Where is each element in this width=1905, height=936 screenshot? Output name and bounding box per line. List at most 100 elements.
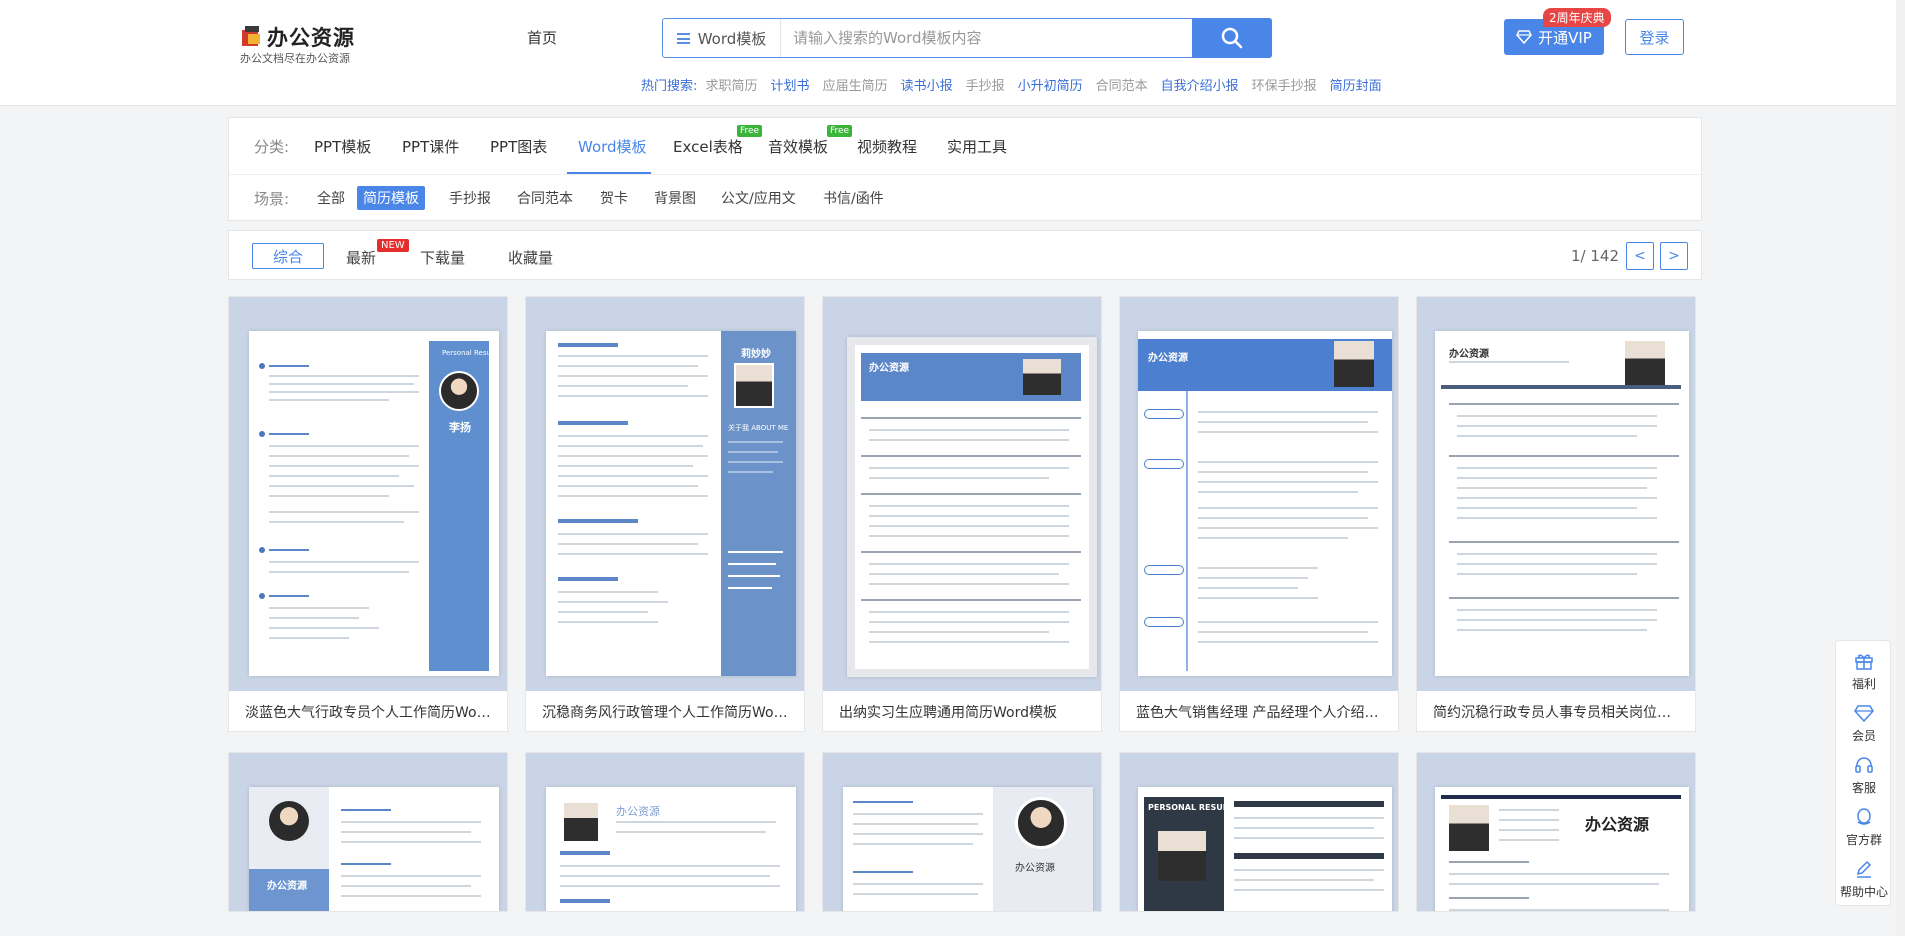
category-tools[interactable]: 实用工具 bbox=[947, 136, 1007, 157]
text-line bbox=[1198, 431, 1378, 433]
site-logo[interactable]: 办公资源 办公文档尽在办公资源 bbox=[240, 22, 360, 65]
float-item-support[interactable]: 客服 bbox=[1836, 749, 1892, 801]
template-card[interactable]: 办公资源 简约沉稳行政专员人事专员相关岗位个人简历Word模板 bbox=[1416, 296, 1696, 732]
section-heading bbox=[558, 343, 618, 347]
hot-search-item[interactable]: 求职简历 bbox=[706, 79, 758, 94]
search-button[interactable] bbox=[1192, 18, 1272, 58]
template-thumbnail[interactable]: 办公资源 bbox=[823, 753, 1101, 911]
sort-newest[interactable]: 最新 bbox=[346, 247, 376, 268]
template-thumbnail[interactable]: 莉妙妙 关于我 ABOUT ME bbox=[526, 297, 804, 691]
resume-side-title: Personal Resume bbox=[442, 349, 499, 357]
hot-search-item[interactable]: 自我介绍小报 bbox=[1161, 79, 1239, 94]
text-line bbox=[728, 441, 783, 443]
scene-official-document[interactable]: 公文/应用文 bbox=[715, 186, 802, 210]
template-thumbnail[interactable]: Personal Resume 李扬 bbox=[229, 297, 507, 691]
skill-bar bbox=[728, 575, 780, 577]
hot-search-item[interactable]: 读书小报 bbox=[901, 79, 953, 94]
template-thumbnail[interactable]: 办公资源 bbox=[823, 297, 1101, 691]
text-line bbox=[1198, 507, 1378, 509]
template-title[interactable]: 出纳实习生应聘通用简历Word模板 bbox=[839, 702, 1089, 722]
login-button[interactable]: 登录 bbox=[1625, 19, 1684, 55]
category-word-template[interactable]: Word模板 bbox=[578, 136, 647, 157]
next-page-button[interactable]: > bbox=[1660, 242, 1688, 270]
section-heading bbox=[269, 365, 309, 367]
scene-background[interactable]: 背景图 bbox=[648, 186, 702, 210]
template-thumbnail[interactable]: 办公资源 bbox=[1417, 753, 1695, 911]
template-card[interactable]: 办公资源 bbox=[525, 752, 805, 912]
search-input[interactable] bbox=[793, 19, 1133, 57]
template-thumbnail[interactable]: PERSONAL RESUME bbox=[1120, 753, 1398, 911]
text-line bbox=[560, 865, 780, 867]
hot-search-item[interactable]: 应届生简历 bbox=[823, 79, 888, 94]
text-line bbox=[869, 535, 1069, 537]
template-title[interactable]: 简约沉稳行政专员人事专员相关岗位个人简历Word模板 bbox=[1433, 702, 1683, 722]
hot-search-item[interactable]: 合同范本 bbox=[1096, 79, 1148, 94]
hot-search-item[interactable]: 计划书 bbox=[771, 79, 810, 94]
divider bbox=[229, 174, 1701, 175]
scene-handwritten-newspaper[interactable]: 手抄报 bbox=[443, 186, 497, 210]
template-thumbnail[interactable]: 办公资源 bbox=[229, 753, 507, 911]
section-heading bbox=[1449, 897, 1529, 899]
scene-contract[interactable]: 合同范本 bbox=[511, 186, 579, 210]
section-heading bbox=[853, 801, 913, 803]
category-audio-template[interactable]: 音效模板 bbox=[768, 136, 828, 157]
template-thumbnail[interactable]: 办公资源 bbox=[1120, 297, 1398, 691]
prev-page-button[interactable]: < bbox=[1626, 242, 1654, 270]
section-heading bbox=[269, 595, 309, 597]
template-card[interactable]: 办公资源 bbox=[1416, 752, 1696, 912]
sort-comprehensive[interactable]: 综合 bbox=[252, 243, 324, 269]
text-line bbox=[269, 391, 419, 393]
template-card[interactable]: 办公资源 bbox=[822, 752, 1102, 912]
scene-greeting-card[interactable]: 贺卡 bbox=[594, 186, 634, 210]
hot-search-item[interactable]: 环保手抄报 bbox=[1252, 79, 1317, 94]
hot-search-item[interactable]: 手抄报 bbox=[966, 79, 1005, 94]
scene-resume[interactable]: 简历模板 bbox=[357, 186, 425, 210]
template-card[interactable]: 办公资源 蓝色大气销售经理 产品经理个人介绍简 bbox=[1119, 296, 1399, 732]
text-line bbox=[269, 399, 389, 401]
hot-search-item[interactable]: 简历封面 bbox=[1330, 79, 1382, 94]
text-line bbox=[1457, 573, 1637, 575]
category-ppt-courseware[interactable]: PPT课件 bbox=[402, 136, 459, 157]
section-heading bbox=[1449, 861, 1529, 863]
float-item-member[interactable]: 会员 bbox=[1836, 697, 1892, 749]
category-excel[interactable]: Excel表格 bbox=[673, 136, 743, 157]
template-card[interactable]: 办公资源 bbox=[228, 752, 508, 912]
page-scrollbar[interactable] bbox=[1896, 0, 1905, 936]
float-item-benefits[interactable]: 福利 bbox=[1836, 645, 1892, 697]
template-thumbnail[interactable]: 办公资源 bbox=[1417, 297, 1695, 691]
search-category-select[interactable]: Word模板 bbox=[663, 19, 781, 57]
template-title[interactable]: 沉稳商务风行政管理个人工作简历Word模板 bbox=[542, 702, 792, 722]
text-line bbox=[1457, 553, 1657, 555]
section-heading bbox=[269, 549, 309, 551]
template-card[interactable]: Personal Resume 李扬 淡蓝色大气行政专员个人工作简历Word模板 bbox=[228, 296, 508, 732]
category-ppt-chart[interactable]: PPT图表 bbox=[490, 136, 547, 157]
section-dot bbox=[259, 547, 265, 553]
search-bar: Word模板 bbox=[662, 18, 1272, 58]
category-video-tutorial[interactable]: 视频教程 bbox=[857, 136, 917, 157]
text-line bbox=[558, 465, 693, 467]
scene-label: 场景: bbox=[254, 190, 290, 208]
section-heading bbox=[341, 809, 391, 811]
template-title[interactable]: 淡蓝色大气行政专员个人工作简历Word模板 bbox=[245, 702, 495, 722]
text-line bbox=[1457, 629, 1647, 631]
vip-button-label: 开通VIP bbox=[1538, 28, 1592, 47]
scene-letters[interactable]: 书信/函件 bbox=[817, 186, 890, 210]
text-line bbox=[853, 813, 983, 815]
template-title[interactable]: 蓝色大气销售经理 产品经理个人介绍简历Word模板 bbox=[1136, 702, 1386, 722]
text-line bbox=[558, 601, 668, 603]
template-card[interactable]: 办公资源 出纳实习生应聘通用简历Word模板 bbox=[822, 296, 1102, 732]
sort-downloads[interactable]: 下载量 bbox=[420, 247, 465, 268]
template-card[interactable]: 莉妙妙 关于我 ABOUT ME 沉稳商务风行政管理个人工作简历Word模板 bbox=[525, 296, 805, 732]
category-ppt-template[interactable]: PPT模板 bbox=[314, 136, 371, 157]
template-card[interactable]: PERSONAL RESUME bbox=[1119, 752, 1399, 912]
scene-all[interactable]: 全部 bbox=[311, 186, 351, 210]
hot-search-item[interactable]: 小升初简历 bbox=[1018, 79, 1083, 94]
sort-favorites[interactable]: 收藏量 bbox=[508, 247, 553, 268]
text-line bbox=[558, 365, 698, 367]
float-item-official-group[interactable]: 官方群 bbox=[1836, 801, 1892, 853]
float-item-help-center[interactable]: 帮助中心 bbox=[1836, 853, 1892, 905]
nav-home-link[interactable]: 首页 bbox=[527, 27, 557, 48]
template-thumbnail[interactable]: 办公资源 bbox=[526, 753, 804, 911]
page-indicator: 1/ 142 bbox=[1571, 247, 1619, 265]
text-line bbox=[341, 875, 481, 877]
